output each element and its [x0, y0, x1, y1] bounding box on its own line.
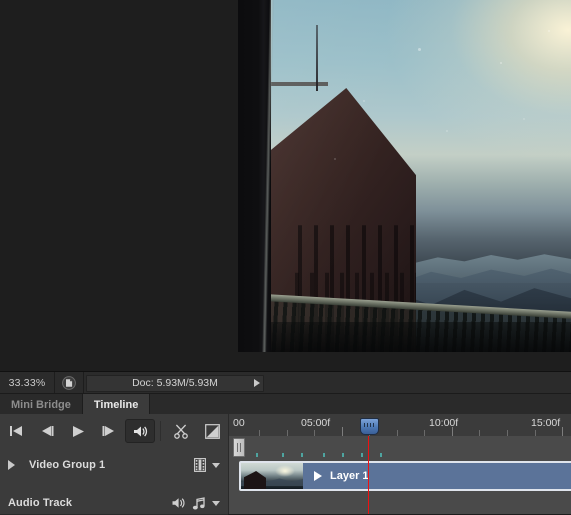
dust-speck [446, 130, 448, 132]
dust-speck [334, 158, 336, 160]
timeline-transport-controls [0, 414, 228, 449]
status-bar: 33.33% Doc: 5.93M/5.93M [0, 371, 571, 394]
chevron-down-icon[interactable] [212, 500, 220, 506]
ruler-label: 10:00f [429, 417, 459, 429]
frame-tick [361, 453, 363, 457]
photo-content [238, 0, 571, 352]
tab-mini-bridge[interactable]: Mini Bridge [0, 394, 83, 415]
frame-tick [301, 453, 303, 457]
ruler-label: 05:00f [301, 417, 331, 429]
clip-thumbnail [241, 463, 303, 489]
canvas-photo[interactable] [238, 0, 571, 352]
select-next-frame-button[interactable] [94, 419, 125, 443]
document-canvas[interactable] [0, 0, 571, 371]
frame-tick [342, 453, 344, 457]
timeline-panel: 00 05:00f 10:00f 15:00f Video Group 1 Au… [0, 414, 571, 515]
audio-track-label: Audio Track [8, 497, 73, 509]
frame-tick [256, 453, 258, 457]
dust-speck [363, 100, 365, 102]
video-clip-layer-1[interactable]: Layer 1 [239, 461, 571, 491]
play-button[interactable] [63, 419, 94, 443]
playhead-line [368, 436, 369, 514]
foreground-shadow [238, 322, 571, 352]
tab-timeline[interactable]: Timeline [82, 394, 151, 415]
document-size-text: Doc: 5.93M/5.93M [132, 377, 218, 389]
video-group-1-label: Video Group 1 [29, 459, 106, 471]
ruler-tick-major [342, 427, 343, 436]
video-group-1-track[interactable]: Video Group 1 [0, 448, 228, 483]
ruler-tick-major [562, 427, 563, 436]
audio-track[interactable]: Audio Track [0, 492, 228, 515]
panel-tab-filler [150, 394, 571, 415]
video-track-icons [194, 458, 228, 472]
transport-divider [159, 421, 161, 441]
play-triangle-icon[interactable] [314, 471, 322, 481]
zoom-level-field[interactable]: 33.33% [0, 377, 54, 389]
ruler-label: 00 [233, 417, 245, 429]
ruler-label: 15:00f [531, 417, 561, 429]
panel-tab-bar: Mini Bridge Timeline [0, 393, 571, 415]
frame-tick [380, 453, 382, 457]
split-at-playhead-button[interactable] [165, 419, 196, 443]
thumbnail-sun [275, 465, 295, 477]
dust-speck [523, 118, 525, 120]
thumbnail-building [244, 471, 266, 489]
dust-speck [548, 30, 550, 32]
photoshop-window: 33.33% Doc: 5.93M/5.93M Mini Bridge Time… [0, 0, 571, 515]
timeline-clip-area[interactable]: Layer 1 [228, 458, 571, 514]
rooftop-antenna [316, 25, 318, 91]
disclosure-triangle-icon[interactable] [8, 460, 15, 470]
speaker-icon[interactable] [171, 497, 186, 509]
timeline-scrub-strip[interactable] [228, 436, 571, 459]
select-previous-frame-button[interactable] [31, 419, 62, 443]
transition-button[interactable] [197, 419, 228, 443]
timeline-ruler[interactable]: 00 05:00f 10:00f 15:00f [228, 414, 571, 437]
chevron-right-icon[interactable] [254, 379, 260, 387]
work-area-start-handle[interactable] [233, 438, 245, 457]
music-note-icon[interactable] [192, 496, 206, 510]
document-size-info[interactable]: Doc: 5.93M/5.93M [86, 374, 264, 392]
status-divider [83, 372, 84, 394]
chevron-down-icon[interactable] [212, 462, 220, 468]
audio-mute-toggle[interactable] [125, 419, 155, 443]
dust-speck [418, 48, 421, 51]
ruler-tick-major [452, 427, 453, 436]
film-strip-icon[interactable] [194, 458, 206, 472]
go-to-first-frame-button[interactable] [0, 419, 31, 443]
frame-tick [323, 453, 325, 457]
frame-tick [282, 453, 284, 457]
dust-speck [500, 62, 502, 64]
audio-track-icons [171, 496, 228, 510]
clip-label: Layer 1 [330, 470, 369, 482]
playhead[interactable] [360, 418, 379, 435]
document-proxy-icon[interactable] [55, 372, 83, 394]
